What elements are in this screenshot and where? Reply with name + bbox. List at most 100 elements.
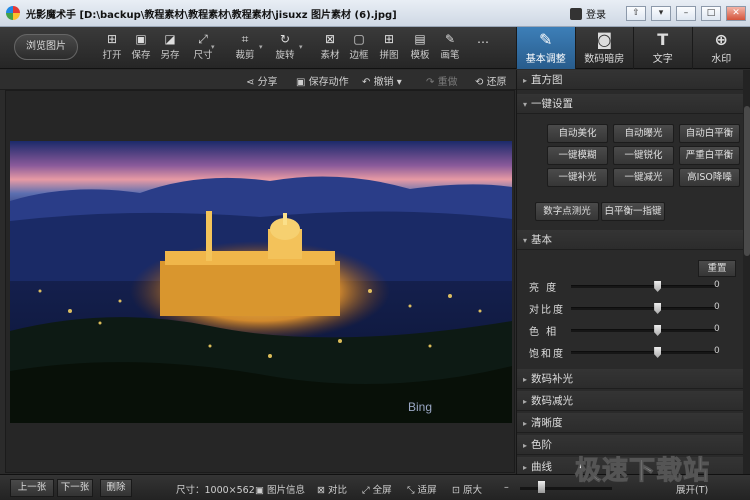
- maximize-button[interactable]: □: [701, 6, 721, 21]
- one-click-button[interactable]: 一键模糊: [547, 146, 608, 165]
- zoom-out-icon[interactable]: –: [504, 482, 509, 493]
- browse-images-button[interactable]: 浏览图片: [14, 34, 78, 60]
- more-tool-button[interactable]: …: [468, 31, 498, 47]
- slider-thumb[interactable]: [654, 347, 662, 358]
- slider-thumb[interactable]: [654, 281, 662, 292]
- section-histogram[interactable]: ▸ 直方图: [517, 70, 743, 90]
- reset-button[interactable]: 重置: [698, 260, 736, 277]
- section-label: 清晰度: [531, 417, 563, 429]
- white-balance-picker-button[interactable]: 白平衡一指键: [601, 202, 665, 221]
- crop-dropdown-icon[interactable]: ▾: [259, 43, 263, 51]
- redo-button[interactable]: ↷ 重做: [426, 73, 458, 88]
- slider-label: 亮 度: [529, 283, 559, 294]
- expand-arrow-icon: ▸: [523, 419, 528, 428]
- section-basic[interactable]: ▾ 基本: [517, 230, 743, 250]
- slider-value: 0: [714, 280, 720, 290]
- material-icon: ⊠: [324, 32, 336, 46]
- watermark-icon: ⊕: [714, 30, 728, 49]
- scrollbar-thumb[interactable]: [744, 106, 750, 256]
- slider-row: 亮 度 0: [517, 276, 743, 296]
- zoom-slider-track[interactable]: [520, 487, 612, 490]
- restore-button[interactable]: ⟲ 还原: [475, 73, 507, 88]
- slider-track[interactable]: [571, 347, 717, 358]
- compare-button[interactable]: ⊠ 对比: [317, 482, 347, 496]
- section-collapsed[interactable]: ▸ 数码减光: [517, 391, 743, 411]
- image-info-label: 图片信息: [267, 485, 306, 496]
- section-collapsed[interactable]: ▸ 清晰度: [517, 413, 743, 433]
- share-action[interactable]: ⋖ 分享: [246, 73, 278, 88]
- slider-track[interactable]: [571, 281, 717, 292]
- delete-button[interactable]: 删除: [100, 479, 132, 497]
- tab-text[interactable]: T 文字: [633, 27, 692, 69]
- digital-metering-button[interactable]: 数字点测光: [535, 202, 599, 221]
- slider-thumb[interactable]: [654, 303, 662, 314]
- more-icon: …: [477, 32, 489, 46]
- photo-budapest-night: Bing: [10, 141, 512, 423]
- original-size-button[interactable]: ⊡ 原大: [452, 482, 482, 496]
- one-click-button[interactable]: 严重白平衡: [679, 146, 740, 165]
- tab-darkroom[interactable]: ◙ 数码暗房: [574, 27, 634, 69]
- fullscreen-label: 全屏: [372, 485, 392, 496]
- resize-dropdown-icon[interactable]: ▾: [211, 43, 215, 51]
- one-click-button[interactable]: 一键减光: [613, 168, 674, 187]
- fullscreen-button[interactable]: ⤢ 全屏: [362, 482, 392, 496]
- panel-scrollbar[interactable]: [743, 70, 750, 474]
- crop-tool-button[interactable]: ⌗ 裁剪: [230, 31, 260, 61]
- expand-arrow-icon: ▸: [523, 463, 528, 472]
- one-click-button[interactable]: 一键补光: [547, 168, 608, 187]
- compare-label: 对比: [327, 485, 347, 496]
- collage-tool-button[interactable]: ⊞ 拼图: [374, 31, 404, 61]
- prev-image-button[interactable]: 上一张: [10, 479, 54, 497]
- one-click-button[interactable]: 一键锐化: [613, 146, 674, 165]
- section-basic-label: 基本: [531, 234, 553, 246]
- slider-row: 饱和度 0: [517, 342, 743, 362]
- window-title: 光影魔术手 [D:\backup\教程素材\教程素材\教程素材\jisuxz 图…: [26, 9, 397, 21]
- image-info-button[interactable]: ▣ 图片信息: [255, 482, 305, 496]
- one-click-button[interactable]: 高ISO降噪: [679, 168, 740, 187]
- skin-button[interactable]: ⇧: [626, 6, 646, 21]
- close-button[interactable]: ✕: [726, 6, 746, 21]
- expand-arrow-icon: ▸: [523, 441, 528, 450]
- one-click-button[interactable]: 自动曝光: [613, 124, 674, 143]
- slider-track[interactable]: [571, 303, 717, 314]
- menu-button[interactable]: ▾: [651, 6, 671, 21]
- open-tool-button[interactable]: ⊞ 打开: [97, 31, 127, 61]
- section-label: 数码补光: [531, 373, 574, 385]
- slider-thumb[interactable]: [654, 325, 662, 336]
- slider-track[interactable]: [571, 325, 717, 336]
- tool-label: 素材: [320, 50, 340, 61]
- slider-row: 色 相 0: [517, 320, 743, 340]
- tab-watermark[interactable]: ⊕ 水印: [691, 27, 750, 69]
- zoom-slider-thumb[interactable]: [538, 481, 545, 493]
- rotate-tool-button[interactable]: ↻ 旋转: [270, 31, 300, 61]
- border-tool-button[interactable]: ▢ 边框: [344, 31, 374, 61]
- template-tool-button[interactable]: ▤ 模板: [405, 31, 435, 61]
- tool-label: 另存: [160, 50, 180, 61]
- tool-label: 保存: [131, 50, 151, 61]
- one-click-button[interactable]: 自动白平衡: [679, 124, 740, 143]
- right-tab-bar: ✎ 基本调整 ◙ 数码暗房 T 文字 ⊕ 水印: [516, 27, 750, 69]
- section-collapsed[interactable]: ▸ 数码补光: [517, 369, 743, 389]
- material-tool-button[interactable]: ⊠ 素材: [315, 31, 345, 61]
- minimize-button[interactable]: –: [676, 6, 696, 21]
- one-click-button[interactable]: 自动美化: [547, 124, 608, 143]
- rotate-dropdown-icon[interactable]: ▾: [299, 43, 303, 51]
- section-one-click[interactable]: ▾ 一键设置: [517, 94, 743, 114]
- rotate-icon: ↻: [279, 32, 291, 46]
- save-tool-button[interactable]: ▣ 保存: [126, 31, 156, 61]
- next-image-button[interactable]: 下一张: [57, 479, 93, 497]
- tab-adjust[interactable]: ✎ 基本调整: [516, 27, 575, 69]
- login-button[interactable]: 登录: [570, 6, 606, 21]
- image-canvas[interactable]: Bing: [5, 90, 515, 473]
- user-icon: [570, 7, 582, 20]
- fit-screen-button[interactable]: ⤡ 适屏: [407, 482, 437, 496]
- undo-button[interactable]: ↶ 撤销 ▾: [362, 73, 402, 88]
- save-action-button[interactable]: ▣ 保存动作: [296, 73, 349, 88]
- photo-caption: Bing: [408, 400, 432, 414]
- brush-icon: ✎: [444, 32, 456, 46]
- collapse-arrow-icon: ▾: [523, 100, 528, 109]
- border-icon: ▢: [353, 32, 365, 46]
- tool-label: 旋转: [275, 50, 295, 61]
- brush-tool-button[interactable]: ✎ 画笔: [435, 31, 465, 61]
- save-as-tool-button[interactable]: ◪ 另存: [155, 31, 185, 61]
